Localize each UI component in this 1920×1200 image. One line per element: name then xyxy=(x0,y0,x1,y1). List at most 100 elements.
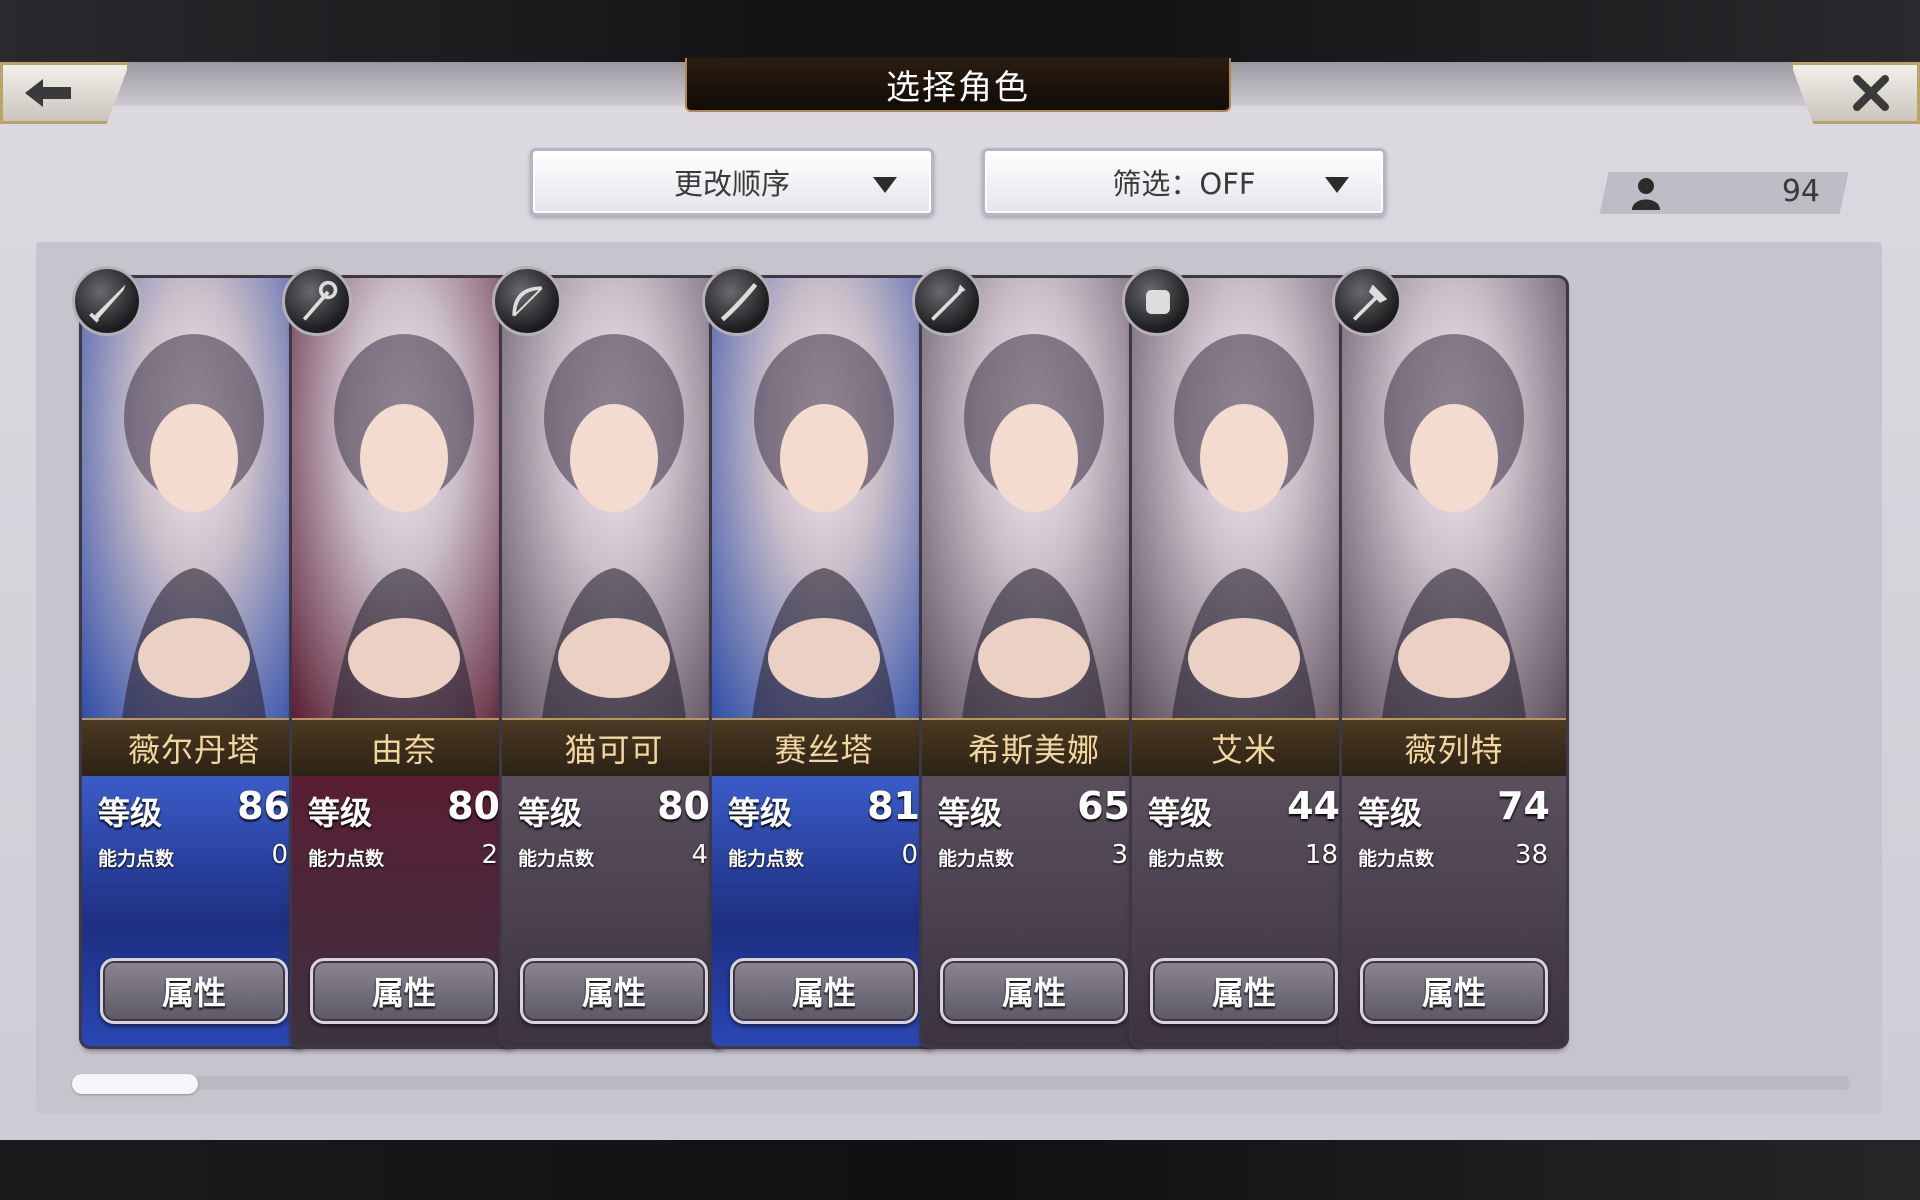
character-name: 由奈 xyxy=(370,731,437,769)
level-label: 等级 xyxy=(938,794,1003,832)
character-name: 赛丝塔 xyxy=(774,731,874,769)
person-icon xyxy=(1632,178,1660,210)
character-card[interactable]: 猫可可等级 80 能力点数 4 属性 xyxy=(502,278,726,1046)
attribute-button-label: 属性 xyxy=(1211,974,1276,1012)
character-count: 94 xyxy=(1781,174,1820,209)
level-label: 等级 xyxy=(728,794,793,832)
ability-points-label: 能力点数 xyxy=(938,848,1015,870)
ability-points-value: 4 xyxy=(691,840,708,870)
character-card[interactable]: 希斯美娜等级 65 能力点数 3 属性 xyxy=(922,278,1146,1046)
gauntlet-icon xyxy=(1122,266,1192,336)
top-band xyxy=(0,0,1920,62)
character-portrait xyxy=(922,278,1146,718)
attribute-button-label: 属性 xyxy=(1001,974,1066,1012)
chevron-down-icon xyxy=(1325,177,1349,193)
character-name: 薇列特 xyxy=(1404,731,1504,769)
ability-points-value: 38 xyxy=(1514,840,1548,870)
attribute-button[interactable]: 属性 xyxy=(100,958,288,1024)
character-card[interactable]: 赛丝塔等级 81 能力点数 0 属性 xyxy=(712,278,936,1046)
character-portrait xyxy=(1342,278,1566,718)
ability-points-value: 18 xyxy=(1304,840,1338,870)
level-label: 等级 xyxy=(1148,794,1213,832)
filter-dropdown-label: 筛选：OFF xyxy=(1112,167,1256,201)
level-value: 80 xyxy=(447,784,500,828)
character-portrait xyxy=(292,278,516,718)
character-stats: 等级 80 能力点数 2 属性 xyxy=(292,776,516,1046)
level-value: 81 xyxy=(867,784,920,828)
chevron-down-icon xyxy=(873,177,897,193)
attribute-button-label: 属性 xyxy=(1421,974,1486,1012)
character-name-plate: 猫可可 xyxy=(502,718,726,778)
character-portrait xyxy=(82,278,306,718)
character-name: 希斯美娜 xyxy=(967,731,1100,769)
ability-points-value: 3 xyxy=(1111,840,1128,870)
attribute-button[interactable]: 属性 xyxy=(1360,958,1548,1024)
character-card[interactable]: 薇尔丹塔等级 86 能力点数 0 属性 xyxy=(82,278,306,1046)
character-stats: 等级 86 能力点数 0 属性 xyxy=(82,776,306,1046)
character-stats: 等级 74 能力点数 38 属性 xyxy=(1342,776,1566,1046)
ability-points-value: 0 xyxy=(901,840,918,870)
attribute-button[interactable]: 属性 xyxy=(310,958,498,1024)
attribute-button-label: 属性 xyxy=(791,974,856,1012)
attribute-button[interactable]: 属性 xyxy=(1150,958,1338,1024)
sword-icon xyxy=(72,266,142,336)
character-portrait xyxy=(712,278,936,718)
attribute-button-label: 属性 xyxy=(161,974,226,1012)
scrollbar-track[interactable] xyxy=(72,1076,1850,1090)
ability-points-label: 能力点数 xyxy=(518,848,595,870)
attribute-button-label: 属性 xyxy=(371,974,436,1012)
character-portrait xyxy=(502,278,726,718)
filter-dropdown[interactable]: 筛选：OFF xyxy=(982,148,1386,216)
character-name-plate: 由奈 xyxy=(292,718,516,778)
attribute-button-label: 属性 xyxy=(581,974,646,1012)
character-name: 艾米 xyxy=(1210,731,1277,769)
level-value: 44 xyxy=(1287,784,1340,828)
level-label: 等级 xyxy=(98,794,163,832)
character-stats: 等级 80 能力点数 4 属性 xyxy=(502,776,726,1046)
page-title: 选择角色 xyxy=(886,67,1030,108)
level-value: 65 xyxy=(1077,784,1130,828)
bottom-band xyxy=(0,1140,1920,1200)
character-stats: 等级 44 能力点数 18 属性 xyxy=(1132,776,1356,1046)
character-card[interactable]: 艾米等级 44 能力点数 18 属性 xyxy=(1132,278,1356,1046)
level-value: 74 xyxy=(1497,784,1550,828)
attribute-button[interactable]: 属性 xyxy=(520,958,708,1024)
character-name-plate: 希斯美娜 xyxy=(922,718,1146,778)
level-label: 等级 xyxy=(1358,794,1423,832)
level-label: 等级 xyxy=(518,794,583,832)
attribute-button[interactable]: 属性 xyxy=(940,958,1128,1024)
arrow-left-icon xyxy=(25,79,71,107)
level-value: 80 xyxy=(657,784,710,828)
character-name: 猫可可 xyxy=(564,731,664,769)
ability-points-label: 能力点数 xyxy=(308,848,385,870)
character-name-plate: 赛丝塔 xyxy=(712,718,936,778)
character-portrait xyxy=(1132,278,1356,718)
character-stats: 等级 65 能力点数 3 属性 xyxy=(922,776,1146,1046)
level-value: 86 xyxy=(237,784,290,828)
axe-icon xyxy=(1332,266,1402,336)
ability-points-label: 能力点数 xyxy=(98,848,175,870)
spear-icon xyxy=(912,266,982,336)
staff-icon xyxy=(282,266,352,336)
character-name: 薇尔丹塔 xyxy=(127,731,260,769)
level-label: 等级 xyxy=(308,794,373,832)
sort-dropdown-label: 更改顺序 xyxy=(673,167,790,201)
katana-icon xyxy=(702,266,772,336)
attribute-button[interactable]: 属性 xyxy=(730,958,918,1024)
character-name-plate: 薇尔丹塔 xyxy=(82,718,306,778)
character-card[interactable]: 由奈等级 80 能力点数 2 属性 xyxy=(292,278,516,1046)
character-stats: 等级 81 能力点数 0 属性 xyxy=(712,776,936,1046)
character-name-plate: 艾米 xyxy=(1132,718,1356,778)
character-name-plate: 薇列特 xyxy=(1342,718,1566,778)
ability-points-value: 0 xyxy=(271,840,288,870)
close-icon xyxy=(1853,75,1889,111)
title-plate: 选择角色 xyxy=(685,58,1231,112)
bow-icon xyxy=(492,266,562,336)
ability-points-label: 能力点数 xyxy=(1148,848,1225,870)
scrollbar-thumb[interactable] xyxy=(72,1074,198,1094)
character-card[interactable]: 薇列特等级 74 能力点数 38 属性 xyxy=(1342,278,1566,1046)
ability-points-value: 2 xyxy=(481,840,498,870)
ability-points-label: 能力点数 xyxy=(728,848,805,870)
sort-dropdown[interactable]: 更改顺序 xyxy=(530,148,934,216)
ability-points-label: 能力点数 xyxy=(1358,848,1435,870)
